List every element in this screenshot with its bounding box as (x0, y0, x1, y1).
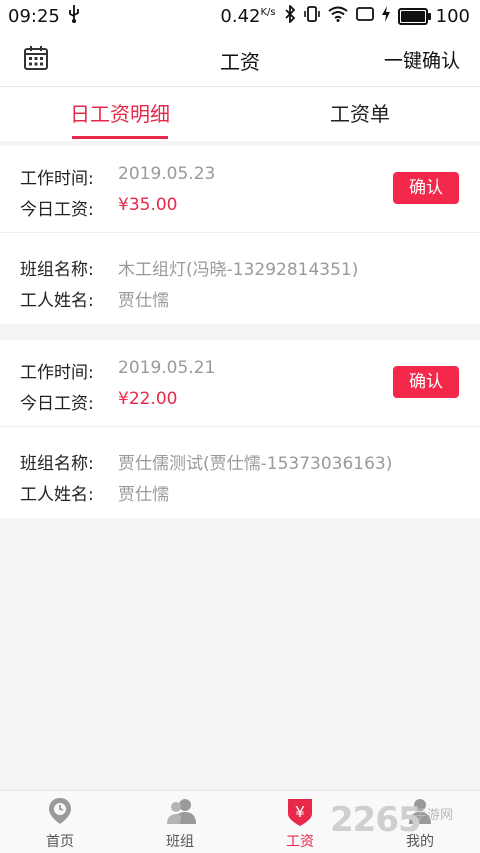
location-icon (46, 797, 74, 825)
wage-record-card: 工作时间: 2019.05.23 今日工资: ¥35.00 确认 班组名称: 木… (0, 146, 480, 324)
tab-bar: 日工资明细 工资单 (0, 87, 480, 141)
screen-icon (355, 6, 374, 27)
worker-value: 贾仕懦 (118, 485, 169, 505)
worker-label: 工人姓名: (20, 291, 94, 311)
wifi-icon (328, 6, 348, 27)
tab-daily-wage[interactable]: 日工资明细 (0, 87, 240, 141)
nav-team[interactable]: 班组 (120, 791, 240, 853)
wage-record-card: 工作时间: 2019.05.21 今日工资: ¥22.00 确认 班组名称: 贾… (0, 340, 480, 518)
status-bar: 09:25 0.42K/s 100 (0, 0, 480, 32)
daily-wage-value: ¥22.00 (118, 389, 178, 409)
confirm-button[interactable]: 确认 (393, 366, 459, 398)
divider (0, 232, 480, 233)
team-value: 木工组灯(冯晓-13292814351) (118, 260, 359, 280)
team-row: 班组名称: 木工组灯(冯晓-13292814351) (20, 255, 358, 280)
status-left: 09:25 (8, 5, 80, 28)
work-time-row: 工作时间: 2019.05.21 (20, 358, 215, 383)
team-label: 班组名称: (20, 260, 94, 280)
worker-row: 工人姓名: 贾仕懦 (20, 480, 169, 505)
watermark-sub: 手游网 (414, 808, 454, 823)
tab-payslip[interactable]: 工资单 (240, 87, 480, 141)
net-speed: 0.42K/s (220, 6, 276, 27)
charging-icon (381, 6, 390, 27)
daily-wage-value: ¥35.00 (118, 195, 178, 215)
team-icon (166, 797, 196, 825)
team-value: 贾仕儒测试(贾仕懦-15373036163) (118, 454, 393, 474)
wage-screen: 09:25 0.42K/s 100 工资 一键确认 日工资明细 工资单 工作时间… (0, 0, 480, 853)
svg-text:¥: ¥ (295, 804, 305, 821)
work-time-label: 工作时间: (20, 169, 94, 189)
battery-fill (400, 11, 425, 22)
usb-icon (68, 5, 80, 28)
worker-label: 工人姓名: (20, 485, 94, 505)
battery-level: 100 (435, 6, 470, 27)
active-tab-indicator (72, 136, 168, 139)
watermark-logo: 2265 (330, 800, 422, 840)
work-time-row: 工作时间: 2019.05.23 (20, 164, 215, 189)
work-time-value: 2019.05.21 (118, 358, 216, 378)
wage-shield-icon: ¥ (286, 797, 314, 826)
team-label: 班组名称: (20, 454, 94, 474)
vibrate-icon (303, 5, 320, 28)
worker-row: 工人姓名: 贾仕懦 (20, 286, 169, 311)
confirm-all-button[interactable]: 一键确认 (384, 46, 460, 73)
daily-wage-row: 今日工资: ¥35.00 (20, 195, 177, 220)
work-time-label: 工作时间: (20, 363, 94, 383)
work-time-value: 2019.05.23 (118, 164, 216, 184)
team-row: 班组名称: 贾仕儒测试(贾仕懦-15373036163) (20, 449, 392, 474)
daily-wage-label: 今日工资: (20, 200, 94, 220)
bluetooth-icon (284, 3, 296, 28)
nav-team-label: 班组 (166, 834, 194, 850)
status-time: 09:25 (8, 6, 60, 27)
app-header: 工资 一键确认 (0, 32, 480, 87)
daily-wage-label: 今日工资: (20, 394, 94, 414)
battery-icon (397, 8, 431, 25)
status-right: 0.42K/s 100 (220, 3, 470, 28)
nav-home[interactable]: 首页 (0, 791, 120, 853)
daily-wage-row: 今日工资: ¥22.00 (20, 389, 177, 414)
nav-home-label: 首页 (46, 834, 74, 850)
confirm-button[interactable]: 确认 (393, 172, 459, 204)
divider (0, 426, 480, 427)
worker-value: 贾仕懦 (118, 291, 169, 311)
